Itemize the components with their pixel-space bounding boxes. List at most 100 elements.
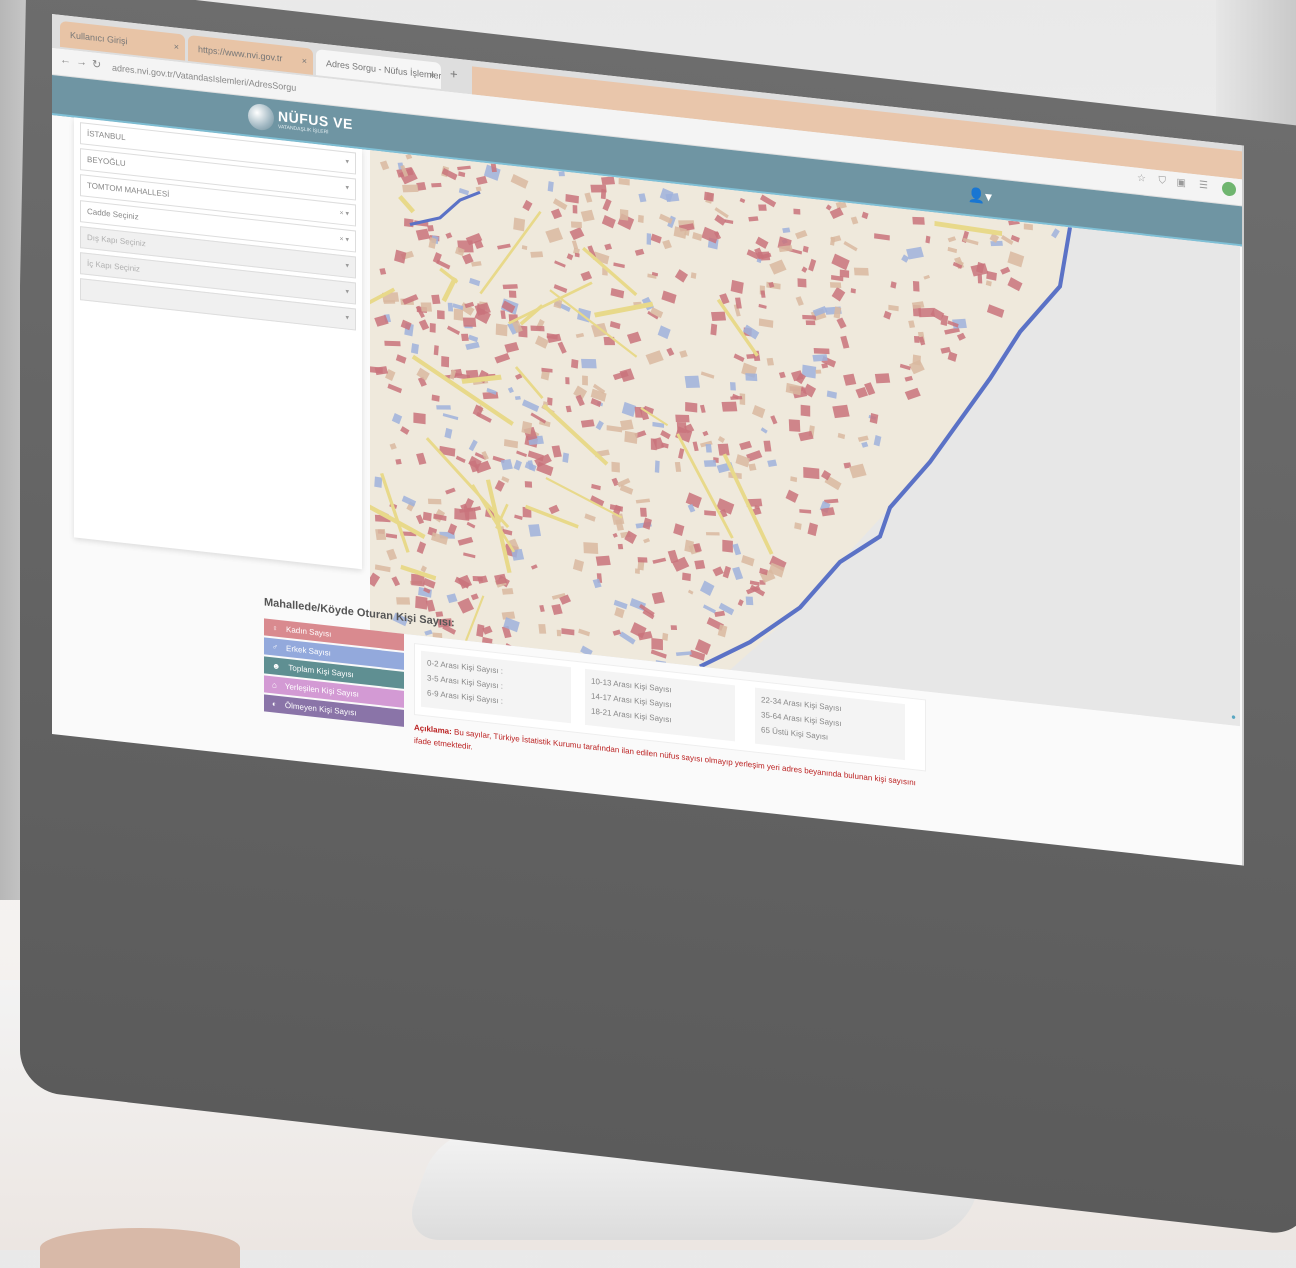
home-icon: ⌂ — [272, 680, 277, 690]
map-building — [748, 216, 759, 222]
map-building — [433, 345, 439, 356]
map-building — [815, 369, 822, 374]
close-tab-icon[interactable]: × — [430, 62, 435, 89]
map-building — [562, 452, 569, 463]
map-building — [402, 184, 419, 193]
age-column: 0-2 Arası Kişi Sayısı : 3-5 Arası Kişi S… — [421, 650, 571, 724]
map-building — [793, 208, 801, 215]
map-building — [501, 588, 514, 595]
map-building — [508, 290, 517, 298]
map-building — [745, 373, 758, 382]
map-building — [675, 414, 690, 423]
map-building — [758, 204, 767, 211]
chevron-down-icon: ▾ — [345, 314, 349, 322]
menu-icon[interactable]: ☰ — [1199, 180, 1208, 192]
map-building — [410, 343, 419, 355]
map-building — [925, 235, 931, 244]
map-building — [912, 281, 920, 292]
monitor: Kullanıcı Girişi × https://www.nvi.gov.t… — [0, 0, 1296, 1250]
map-building — [530, 251, 544, 258]
male-icon: ♂ — [272, 642, 278, 652]
map-building — [528, 524, 542, 537]
map-building — [453, 308, 464, 321]
map-building — [514, 395, 521, 400]
map-building — [547, 181, 554, 192]
map-building — [558, 171, 565, 177]
map-building — [635, 568, 640, 574]
reload-icon[interactable]: ↻ — [92, 57, 101, 71]
map-building — [431, 294, 441, 305]
map-building — [805, 320, 816, 326]
map-building — [436, 405, 451, 410]
map-building — [802, 314, 817, 320]
map-building — [572, 204, 578, 214]
map-building — [582, 375, 588, 386]
map-building — [374, 476, 383, 488]
map-building — [800, 404, 811, 417]
map-building — [912, 216, 925, 225]
forward-icon[interactable]: → — [76, 56, 87, 69]
clear-chevron-icon: × ▾ — [339, 235, 349, 244]
map-building — [711, 311, 727, 321]
map-building — [912, 354, 921, 366]
map-building — [705, 444, 712, 453]
map-building — [617, 543, 624, 550]
map-building — [637, 214, 644, 223]
profile-icon[interactable] — [1222, 181, 1236, 197]
map-building — [874, 373, 891, 384]
screen: Kullanıcı Girişi × https://www.nvi.gov.t… — [52, 14, 1244, 866]
map-building — [415, 595, 428, 610]
note-label: Açıklama: — [414, 722, 452, 737]
map-building — [447, 302, 454, 312]
back-icon[interactable]: ← — [60, 54, 71, 67]
extension-icon[interactable]: ⛉ — [1159, 175, 1167, 187]
clear-chevron-icon: × ▾ — [339, 209, 349, 218]
female-icon: ♀ — [272, 623, 278, 633]
map-building — [650, 438, 657, 451]
map-building — [375, 528, 387, 541]
map-building — [832, 404, 850, 419]
close-tab-icon[interactable]: × — [302, 48, 307, 75]
map-building — [913, 335, 920, 343]
map-building — [682, 572, 691, 582]
map-building — [1023, 223, 1033, 231]
map-building — [437, 310, 445, 320]
map-building — [722, 539, 733, 553]
map-building — [431, 182, 442, 188]
map-building — [521, 421, 533, 435]
map-building — [977, 274, 983, 284]
map-building — [583, 542, 599, 555]
map-building — [422, 511, 432, 522]
close-tab-icon[interactable]: × — [174, 33, 179, 60]
map-building — [565, 377, 570, 385]
person-icon: ◐ — [272, 699, 277, 709]
map-building — [581, 358, 597, 369]
chevron-down-icon: ▾ — [345, 184, 349, 192]
user-icon[interactable]: 👤▾ — [968, 186, 992, 206]
map-building — [829, 282, 842, 288]
map-building — [624, 430, 638, 444]
category-list: ♀ Kadın Sayısı ♂ Erkek Sayısı ☻ Toplam Kişi… — [264, 618, 404, 728]
map-building — [571, 359, 579, 369]
map-building — [619, 209, 629, 221]
map-building — [619, 419, 634, 431]
map-attribution-icon[interactable]: ● — [1231, 712, 1236, 722]
map-building — [694, 559, 706, 570]
map-building — [639, 507, 647, 517]
map-building — [705, 532, 720, 536]
map-building — [524, 481, 533, 488]
map-building — [427, 498, 442, 505]
map-building — [812, 354, 828, 362]
map-building — [502, 284, 518, 290]
chevron-down-icon: ▾ — [345, 158, 349, 166]
map-building — [570, 221, 583, 229]
map-building — [461, 333, 469, 341]
extension-icon[interactable]: ▣ — [1177, 177, 1186, 189]
age-column: 10-13 Arası Kişi Sayısı 14-17 Arası Kişi… — [585, 668, 735, 742]
logo-globe-icon — [248, 102, 274, 132]
star-icon[interactable]: ☆ — [1137, 173, 1146, 185]
map-building — [665, 193, 680, 203]
new-tab-button[interactable]: + — [450, 66, 458, 82]
map-building — [429, 322, 436, 333]
map-building — [803, 467, 820, 480]
